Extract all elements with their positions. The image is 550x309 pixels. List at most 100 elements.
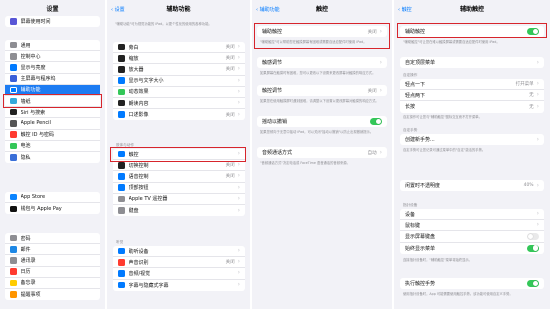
- setting-icon: [118, 259, 125, 266]
- touch-gesture-toggle[interactable]: [527, 280, 539, 288]
- customize-row[interactable]: 自定顶层菜单 ›: [400, 57, 544, 68]
- menu-row[interactable]: 放大器 关闭 ›: [113, 64, 245, 76]
- menu-row[interactable]: App Store: [5, 192, 100, 204]
- menu-row[interactable]: 备忘录: [5, 278, 100, 289]
- setting-icon: [10, 279, 17, 287]
- chevron-right-icon: ›: [237, 269, 240, 277]
- menu-row[interactable]: 轻点一下 打开菜单 ›: [400, 79, 544, 91]
- touch-adapt-row[interactable]: 触感调节 ›: [257, 57, 387, 68]
- menu-row[interactable]: 缩放 关闭 ›: [113, 53, 245, 65]
- setting-icon: [10, 120, 17, 127]
- menu-row[interactable]: 通讯录: [5, 255, 100, 267]
- setting-icon: [118, 162, 125, 169]
- menu-row[interactable]: 音频/视觉 ›: [113, 268, 245, 280]
- menu-row[interactable]: 轻点两下 无 ›: [400, 90, 544, 102]
- pointer-toggle[interactable]: [527, 232, 539, 240]
- audio-row[interactable]: 音频通话方式 自动 ›: [257, 147, 387, 158]
- assistive-touch-title: 辅助触控: [459, 6, 484, 13]
- custom-actions-description: 自定操作可让您与"辅助触控"图标交互而不打开菜单。: [403, 115, 482, 119]
- menu-row[interactable]: 键盘 ›: [113, 205, 245, 216]
- menu-row[interactable]: 通用: [5, 40, 100, 52]
- assistive-toggle-description: "辅助触控"可让您在难以触摸屏幕或需要自适应配件时使用 iPad。: [403, 40, 500, 44]
- assistive-touch-toggle[interactable]: [527, 28, 539, 36]
- menu-row[interactable]: 顶部按钮 ›: [113, 183, 245, 194]
- row-label: Apple Pencil: [20, 120, 51, 127]
- setting-icon: [118, 43, 125, 51]
- menu-row[interactable]: 主屏幕与程序坞: [5, 74, 100, 85]
- row-label: 切换控制: [128, 162, 149, 169]
- menu-row[interactable]: 提醒事项: [5, 289, 100, 300]
- settings-group-3: App Store 钱包与 Apple Pay: [5, 192, 100, 215]
- row-label: 钱包与 Apple Pay: [20, 206, 62, 213]
- menu-row[interactable]: 日历: [5, 267, 100, 278]
- back-button[interactable]: ‹ 设置: [111, 4, 125, 16]
- menu-row[interactable]: 钱包与 Apple Pay: [5, 203, 100, 214]
- chevron-right-icon: ›: [237, 258, 240, 266]
- back-label: 触控: [401, 7, 412, 13]
- menu-row[interactable]: 控制中心: [5, 51, 100, 63]
- menu-row[interactable]: 电池: [5, 141, 100, 152]
- haptic-description: 如果您在使用触摸屏时遇到困难，请调整以下设置以更改屏幕对触摸的响应方式。: [260, 99, 379, 103]
- menu-row[interactable]: Apple TV 遥控器 ›: [113, 194, 245, 205]
- chevron-right-icon: ›: [237, 281, 240, 289]
- pointer-row[interactable]: 鼠标键 ›: [400, 220, 544, 232]
- chevron-right-icon: ›: [536, 58, 539, 66]
- setting-icon: [118, 88, 125, 96]
- menu-row[interactable]: 密码: [5, 233, 100, 245]
- menu-row[interactable]: 口述影像 关闭 ›: [113, 109, 245, 120]
- gesture-header: 自定手势: [403, 128, 418, 132]
- pointer-row[interactable]: 设备 ›: [400, 209, 544, 221]
- row-label: 辅助触控: [405, 29, 426, 36]
- menu-row[interactable]: 动态效果 ›: [113, 87, 245, 98]
- setting-icon: [10, 154, 17, 161]
- menu-row[interactable]: 邮件: [5, 244, 100, 256]
- touch-adapt-group: 触感调节 ›: [257, 57, 387, 69]
- settings-group-4: 密码 邮件 通讯录 日历 备忘录 提醒事项: [5, 233, 100, 301]
- haptic-row[interactable]: 触控调节 关闭 ›: [257, 85, 387, 96]
- row-label: 轻点一下: [405, 81, 426, 88]
- row-label: 缩放: [128, 55, 139, 62]
- assistive-touch-group: 辅助触控 关闭 ›: [257, 26, 387, 38]
- menu-row[interactable]: 墙纸: [5, 96, 100, 108]
- menu-row[interactable]: 声音识别 关闭 ›: [113, 257, 245, 269]
- sidebar-item-screen-time[interactable]: 屏幕使用时间: [5, 16, 100, 27]
- menu-row[interactable]: Apple Pencil: [5, 118, 100, 130]
- pointer-toggle[interactable]: [527, 244, 539, 252]
- shake-row: 摇动以撤销: [257, 116, 387, 127]
- create-gesture-row[interactable]: 创建新手势... ›: [400, 134, 544, 145]
- row-label: 触控: [128, 151, 139, 158]
- menu-row[interactable]: 助听设备 ›: [113, 246, 245, 258]
- assistive-touch-row[interactable]: 辅助触控 关闭 ›: [257, 26, 387, 37]
- menu-row[interactable]: 显示与亮度: [5, 62, 100, 74]
- back-button[interactable]: ‹ 触控: [398, 4, 412, 16]
- hourglass-icon: [10, 18, 17, 25]
- menu-row[interactable]: 字幕与隐藏式字幕 ›: [113, 280, 245, 291]
- back-button[interactable]: ‹ 辅助功能: [256, 4, 280, 16]
- setting-icon: [10, 131, 17, 138]
- menu-row[interactable]: Siri 与搜索: [5, 107, 100, 119]
- menu-row[interactable]: 触控 ›: [113, 149, 245, 161]
- chevron-right-icon: ›: [237, 161, 240, 169]
- row-label: Siri 与搜索: [20, 109, 46, 116]
- menu-row[interactable]: 辅助功能: [5, 84, 100, 96]
- menu-row[interactable]: 语音控制 关闭 ›: [113, 171, 245, 183]
- settings-title: 设置: [46, 6, 59, 13]
- setting-icon: [10, 246, 17, 253]
- vision-group: 旁白 关闭 › 缩放 关闭 › 放大器 关闭 › 显示与文字大小 › 动态效果 › 朗读内容 › 口述影像 关闭…: [113, 42, 245, 121]
- menu-row[interactable]: 触控 ID 与密码: [5, 130, 100, 141]
- menu-row[interactable]: 显示与文字大小 ›: [113, 76, 245, 87]
- toggle-knob: [532, 280, 539, 287]
- idle-opacity-row[interactable]: 闲置时不透明度 40% ›: [400, 180, 544, 191]
- settings-group-2: 通用 控制中心 显示与亮度 主屏幕与程序坞 辅助功能 墙纸 Siri 与搜索 Apple Pe…: [5, 40, 100, 164]
- row-value: 无: [529, 93, 534, 99]
- menu-row[interactable]: 切换控制 关闭 ›: [113, 160, 245, 172]
- menu-row[interactable]: 旁白 关闭 ›: [113, 42, 245, 54]
- row-value: 关闭: [367, 29, 377, 35]
- menu-row[interactable]: 朗读内容 ›: [113, 98, 245, 110]
- menu-row[interactable]: 长按 无 ›: [400, 101, 544, 112]
- menu-row[interactable]: 隐私: [5, 152, 100, 163]
- shake-toggle[interactable]: [370, 118, 382, 126]
- row-value: 自动: [367, 150, 377, 156]
- audio-group: 音频通话方式 自动 ›: [257, 147, 387, 159]
- row-label: 显示屏幕键盘: [405, 233, 436, 240]
